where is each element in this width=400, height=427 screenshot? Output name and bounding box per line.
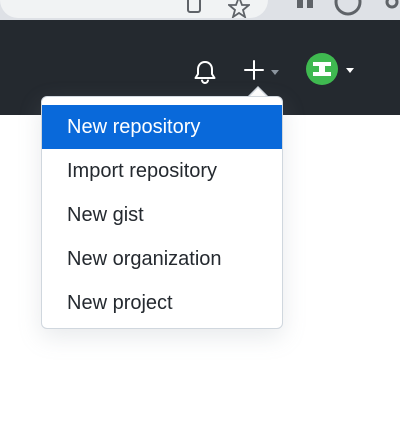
menu-icon[interactable]	[382, 0, 400, 16]
caret-down-icon[interactable]	[346, 68, 354, 73]
create-menu: New repository Import repository New gis…	[41, 96, 283, 329]
extension-icon[interactable]	[295, 0, 317, 16]
menu-item-new-gist[interactable]: New gist	[42, 193, 282, 237]
install-icon[interactable]	[186, 0, 202, 16]
plus-icon[interactable]	[242, 58, 266, 82]
profile-icon[interactable]	[334, 0, 362, 18]
browser-toolbar	[0, 0, 400, 20]
bell-icon[interactable]	[193, 59, 217, 85]
bookmark-star-icon[interactable]	[228, 0, 250, 18]
create-menu-list: New repository Import repository New gis…	[42, 105, 282, 325]
menu-item-new-project[interactable]: New project	[42, 281, 282, 325]
avatar[interactable]	[306, 53, 338, 85]
menu-item-new-repository[interactable]: New repository	[42, 105, 282, 149]
menu-item-new-organization[interactable]: New organization	[42, 237, 282, 281]
caret-down-icon[interactable]	[271, 70, 279, 75]
menu-item-import-repository[interactable]: Import repository	[42, 149, 282, 193]
